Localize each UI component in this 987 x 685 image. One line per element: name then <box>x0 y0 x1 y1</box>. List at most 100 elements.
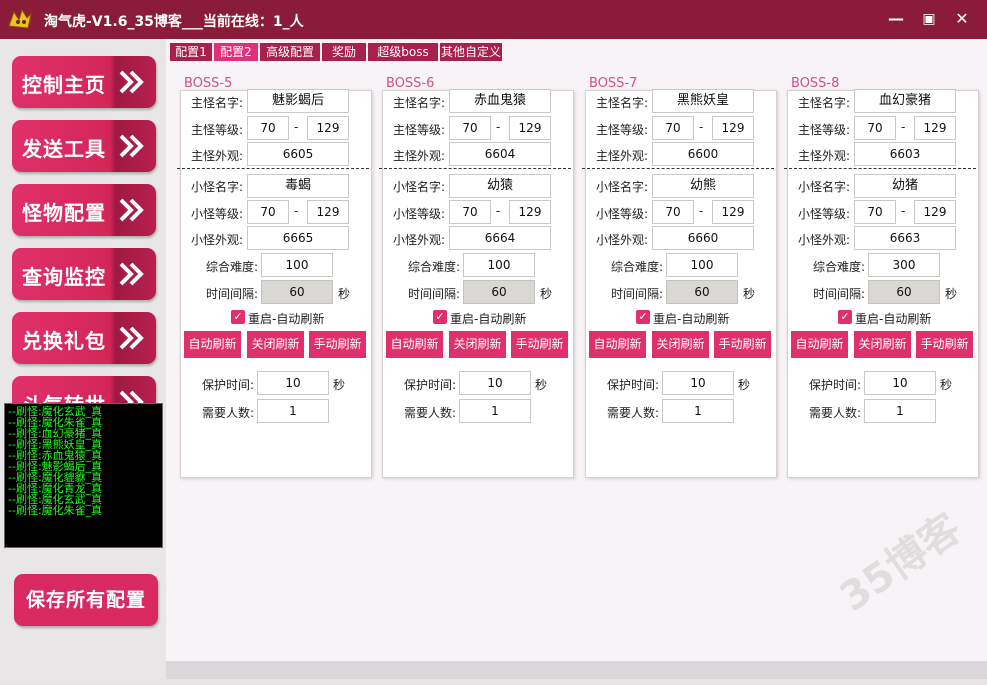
minion-level-min-input[interactable]: 70 <box>854 200 896 224</box>
protect-time-label: 保护时间: <box>404 378 457 392</box>
need-players-input[interactable]: 1 <box>257 399 329 423</box>
status-strip <box>166 661 987 679</box>
auto-refresh-checkbox[interactable]: ✓ <box>433 310 447 324</box>
auto-refresh-label: 重启-自动刷新 <box>855 312 932 326</box>
main-level-max-input[interactable]: 129 <box>307 116 349 140</box>
boss-panel: 主怪名字: 血幻豪猪 主怪等级: 70-129 主怪外观: 6603 小怪名字: 幼猪 小怪等级… <box>784 89 979 478</box>
auto-refresh-button[interactable]: 自动刷新 <box>184 331 241 358</box>
close-refresh-button[interactable]: 关闭刷新 <box>449 331 506 358</box>
level-range-dash: - <box>901 204 906 218</box>
minion-level-min-input[interactable]: 70 <box>449 200 491 224</box>
minion-look-input[interactable]: 6663 <box>854 226 956 250</box>
minimize-button[interactable]: — <box>884 8 908 30</box>
manual-refresh-button[interactable]: 手动刷新 <box>511 331 568 358</box>
title-bar: 淘气虎-V1.6_35博客___当前在线：1_人 — ▣ ✕ <box>0 0 987 39</box>
protect-time-input[interactable]: 10 <box>662 371 734 395</box>
tab-3[interactable]: 高级配置 <box>260 43 320 61</box>
main-name-input[interactable]: 血幻豪猪 <box>854 89 956 113</box>
minion-look-label: 小怪外观: <box>393 233 446 247</box>
minion-level-label: 小怪等级: <box>191 207 244 221</box>
seconds-unit: 秒 <box>743 287 756 301</box>
window-title: 淘气虎-V1.6_35博客___当前在线：1_人 <box>44 14 304 30</box>
level-range-dash: - <box>294 120 299 134</box>
auto-refresh-checkbox[interactable]: ✓ <box>838 310 852 324</box>
boss-title: BOSS-7 <box>589 76 638 91</box>
main-name-input[interactable]: 赤血鬼猿 <box>449 89 551 113</box>
tab-1[interactable]: 配置1 <box>170 43 212 61</box>
boss-title: BOSS-5 <box>184 76 233 91</box>
minion-level-max-input[interactable]: 129 <box>307 200 349 224</box>
save-all-config-button[interactable]: 保存所有配置 <box>14 574 158 626</box>
interval-input[interactable]: 60 <box>463 280 535 304</box>
main-look-input[interactable]: 6600 <box>652 142 754 166</box>
manual-refresh-button[interactable]: 手动刷新 <box>714 331 771 358</box>
minion-name-input[interactable]: 幼猪 <box>854 174 956 198</box>
minion-level-max-input[interactable]: 129 <box>914 200 956 224</box>
main-level-min-input[interactable]: 70 <box>652 116 694 140</box>
main-name-input[interactable]: 黑熊妖皇 <box>652 89 754 113</box>
main-level-max-input[interactable]: 129 <box>509 116 551 140</box>
need-players-input[interactable]: 1 <box>864 399 936 423</box>
minion-name-input[interactable]: 幼猿 <box>449 174 551 198</box>
close-refresh-button[interactable]: 关闭刷新 <box>854 331 911 358</box>
close-button[interactable]: ✕ <box>950 8 974 30</box>
minion-look-label: 小怪外观: <box>191 233 244 247</box>
difficulty-input[interactable]: 100 <box>261 253 333 277</box>
maximize-button[interactable]: ▣ <box>917 8 941 30</box>
nav-button-2[interactable]: 发送工具 <box>12 120 156 172</box>
minion-name-input[interactable]: 毒蝎 <box>247 174 349 198</box>
interval-label: 时间间隔: <box>813 287 866 301</box>
auto-refresh-button[interactable]: 自动刷新 <box>791 331 848 358</box>
protect-time-input[interactable]: 10 <box>864 371 936 395</box>
tab-6[interactable]: 其他自定义 <box>440 43 502 61</box>
minion-level-max-input[interactable]: 129 <box>509 200 551 224</box>
difficulty-input[interactable]: 100 <box>463 253 535 277</box>
protect-time-input[interactable]: 10 <box>459 371 531 395</box>
tab-5[interactable]: 超级boss <box>368 43 438 61</box>
minion-level-min-input[interactable]: 70 <box>652 200 694 224</box>
protect-time-input[interactable]: 10 <box>257 371 329 395</box>
difficulty-input[interactable]: 100 <box>666 253 738 277</box>
minion-look-label: 小怪外观: <box>596 233 649 247</box>
tab-4[interactable]: 奖励 <box>322 43 366 61</box>
need-players-label: 需要人数: <box>202 406 255 420</box>
auto-refresh-checkbox[interactable]: ✓ <box>231 310 245 324</box>
boss-title: BOSS-8 <box>791 76 840 91</box>
main-level-max-input[interactable]: 129 <box>712 116 754 140</box>
interval-input[interactable]: 60 <box>868 280 940 304</box>
difficulty-input[interactable]: 300 <box>868 253 940 277</box>
close-refresh-button[interactable]: 关闭刷新 <box>652 331 709 358</box>
minion-level-min-input[interactable]: 70 <box>247 200 289 224</box>
minion-level-max-input[interactable]: 129 <box>712 200 754 224</box>
minion-name-input[interactable]: 幼熊 <box>652 174 754 198</box>
close-refresh-button[interactable]: 关闭刷新 <box>247 331 304 358</box>
nav-button-5[interactable]: 兑换礼包 <box>12 312 156 364</box>
tab-2[interactable]: 配置2 <box>214 43 258 61</box>
difficulty-label: 综合难度: <box>206 260 259 274</box>
protect-time-label: 保护时间: <box>809 378 862 392</box>
auto-refresh-checkbox[interactable]: ✓ <box>636 310 650 324</box>
main-level-min-input[interactable]: 70 <box>854 116 896 140</box>
minion-look-input[interactable]: 6664 <box>449 226 551 250</box>
main-level-max-input[interactable]: 129 <box>914 116 956 140</box>
minion-look-input[interactable]: 6665 <box>247 226 349 250</box>
main-look-input[interactable]: 6603 <box>854 142 956 166</box>
minion-look-input[interactable]: 6660 <box>652 226 754 250</box>
interval-input[interactable]: 60 <box>261 280 333 304</box>
main-level-min-input[interactable]: 70 <box>247 116 289 140</box>
need-players-input[interactable]: 1 <box>459 399 531 423</box>
main-level-min-input[interactable]: 70 <box>449 116 491 140</box>
auto-refresh-button[interactable]: 自动刷新 <box>589 331 646 358</box>
main-name-input[interactable]: 魅影蝎后 <box>247 89 349 113</box>
auto-refresh-button[interactable]: 自动刷新 <box>386 331 443 358</box>
nav-button-1[interactable]: 控制主页 <box>12 56 156 108</box>
need-players-input[interactable]: 1 <box>662 399 734 423</box>
seconds-unit: 秒 <box>333 378 346 392</box>
interval-input[interactable]: 60 <box>666 280 738 304</box>
manual-refresh-button[interactable]: 手动刷新 <box>309 331 366 358</box>
nav-button-3[interactable]: 怪物配置 <box>12 184 156 236</box>
main-look-input[interactable]: 6604 <box>449 142 551 166</box>
manual-refresh-button[interactable]: 手动刷新 <box>916 331 973 358</box>
main-look-input[interactable]: 6605 <box>247 142 349 166</box>
nav-button-4[interactable]: 查询监控 <box>12 248 156 300</box>
